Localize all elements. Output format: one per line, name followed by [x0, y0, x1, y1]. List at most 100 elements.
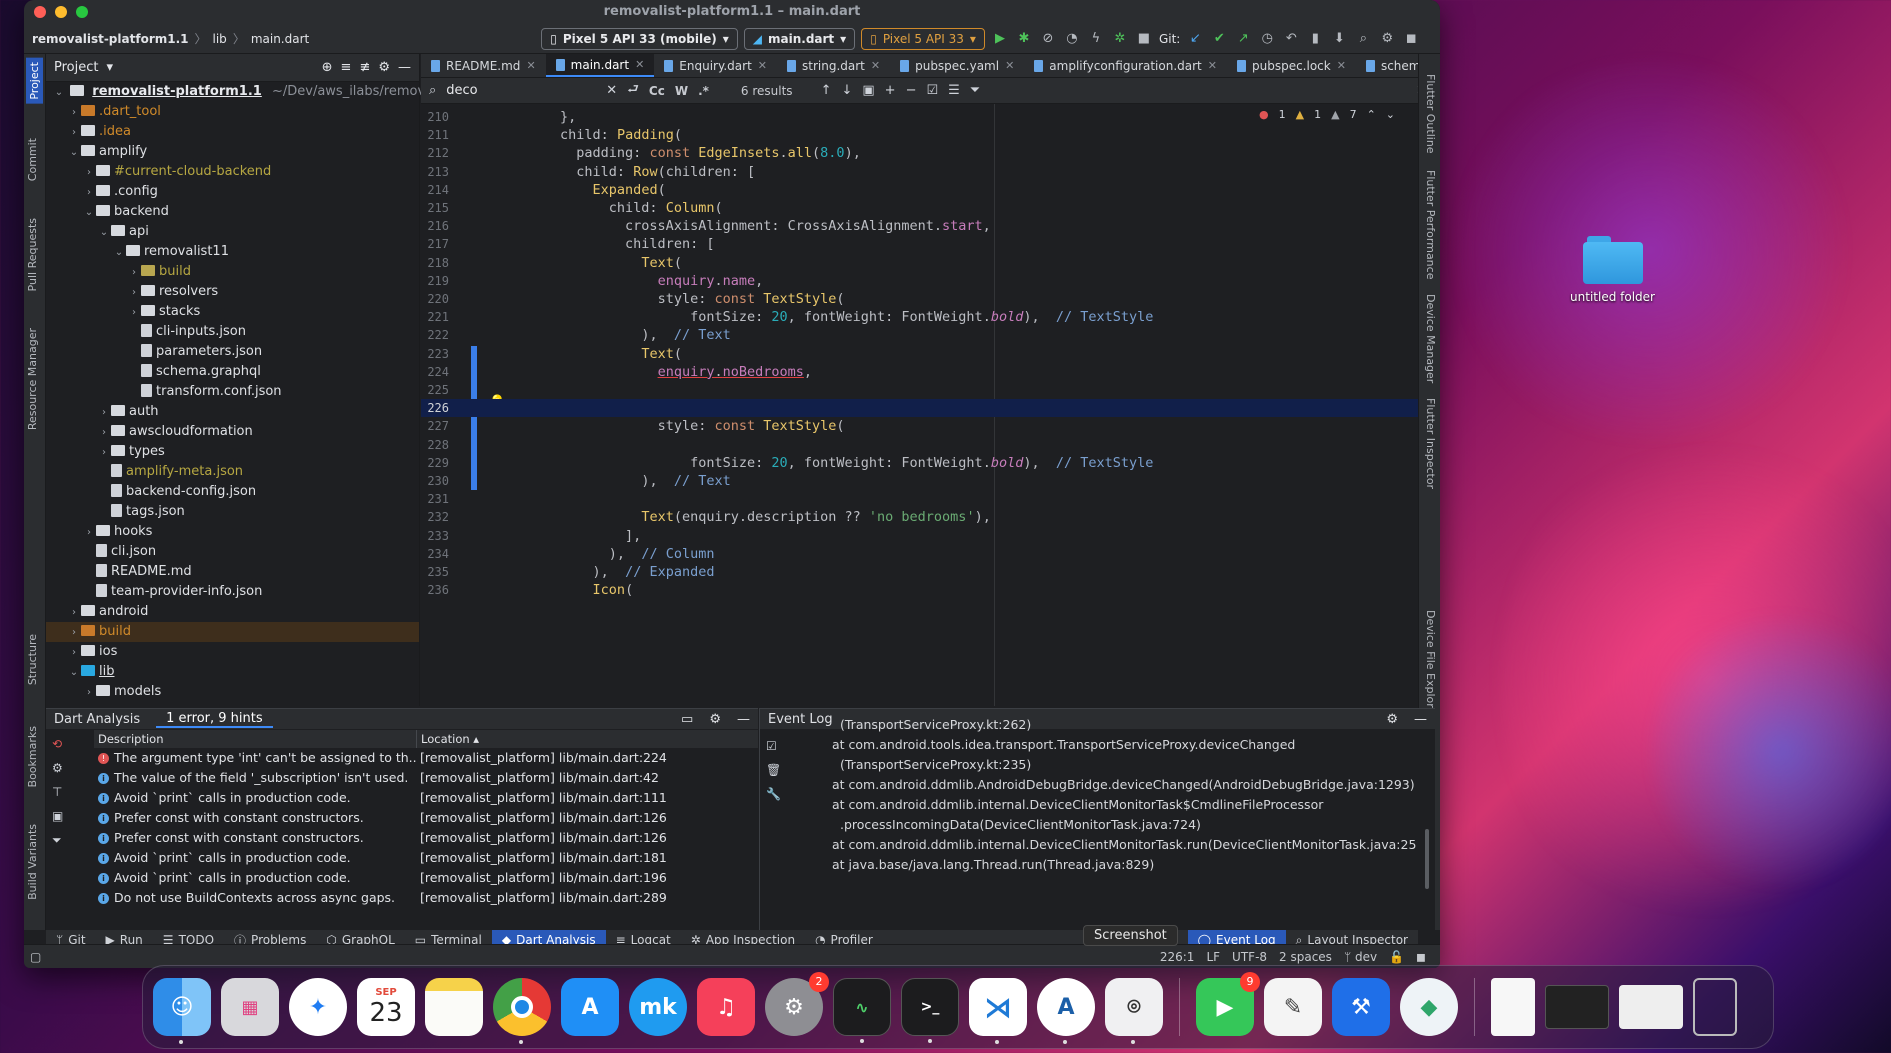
git-branch[interactable]: ᛘ dev — [1344, 950, 1377, 964]
textedit-icon[interactable]: ✎ — [1264, 978, 1322, 1036]
match-case-toggle[interactable]: Cc — [649, 84, 665, 98]
gear-icon[interactable]: ⚙ — [378, 60, 390, 75]
table-row[interactable]: i The value of the field '_subscription' … — [94, 768, 758, 788]
collapse-all-icon[interactable]: ≢ — [359, 60, 370, 75]
file-encoding[interactable]: UTF-8 — [1232, 950, 1267, 964]
editor-tab[interactable]: main.dart ✕ — [545, 54, 655, 77]
avatar-icon[interactable]: ◼ — [1402, 30, 1420, 48]
run-config-selector[interactable]: ◢ main.dart ▾ — [743, 27, 856, 50]
git-push-icon[interactable]: ↗ — [1234, 30, 1252, 48]
trash-icon[interactable] — [1693, 978, 1737, 1036]
tree-item[interactable]: › resolvers — [46, 282, 419, 302]
locate-icon[interactable]: ⊕ — [322, 60, 333, 75]
breadcrumb-lib[interactable]: lib — [213, 32, 227, 46]
sidetab-structure[interactable]: Structure — [26, 634, 39, 685]
code-line[interactable]: 210 }, — [421, 108, 1421, 126]
col-location[interactable]: Location ▴ — [416, 730, 756, 748]
remove-occurrence-icon[interactable]: − — [906, 83, 917, 98]
editor-tab[interactable]: amplifyconfiguration.dart ✕ — [1024, 54, 1227, 77]
tree-item[interactable]: parameters.json — [46, 342, 419, 362]
group-icon[interactable]: ▣ — [52, 809, 63, 823]
hot-reload-icon[interactable]: ϟ — [1087, 30, 1105, 48]
code-line[interactable]: 222 ), // Text — [421, 326, 1421, 344]
window-thumbnail-icon[interactable] — [1545, 985, 1609, 1029]
editor-tab[interactable]: Enquiry.dart ✕ — [654, 54, 777, 77]
code-line[interactable]: 217 children: [ — [421, 235, 1421, 253]
facetime-icon[interactable]: ▶ 9 — [1196, 972, 1260, 1036]
close-tab-icon[interactable]: ✕ — [1208, 54, 1217, 77]
history-icon[interactable]: ◷ — [1258, 30, 1276, 48]
tree-item[interactable]: › #current-cloud-backend — [46, 162, 419, 182]
sdk-manager-icon[interactable]: ⬇ — [1330, 30, 1348, 48]
tree-item[interactable]: › auth — [46, 402, 419, 422]
sidetab-build-variants[interactable]: Build Variants — [26, 824, 39, 900]
tree-item[interactable]: › .dart_tool — [46, 102, 419, 122]
comment-icon[interactable]: ▭ — [681, 712, 693, 727]
tree-item[interactable]: › hooks — [46, 522, 419, 542]
tree-item[interactable]: ⌄ amplify — [46, 142, 419, 162]
notes-icon[interactable] — [425, 978, 483, 1036]
app-store-icon[interactable]: A — [561, 978, 619, 1036]
tree-item[interactable]: transform.conf.json — [46, 382, 419, 402]
indent-setting[interactable]: 2 spaces — [1279, 950, 1332, 964]
tree-item[interactable]: › build — [46, 622, 419, 642]
editor-tab[interactable]: pubspec.yaml ✕ — [890, 54, 1024, 77]
rollback-icon[interactable]: ↶ — [1282, 30, 1300, 48]
words-toggle[interactable]: W — [675, 84, 688, 98]
close-tab-icon[interactable]: ✕ — [1337, 54, 1346, 77]
emulator-selector[interactable]: ▯ Pixel 5 API 33 ▾ — [861, 27, 985, 50]
code-line[interactable]: 218 Text( — [421, 254, 1421, 272]
code-line[interactable]: 216 crossAxisAlignment: CrossAxisAlignme… — [421, 217, 1421, 235]
table-row[interactable]: ! The argument type 'int' can't be assign… — [94, 748, 758, 768]
tree-item[interactable]: amplify-meta.json — [46, 462, 419, 482]
editor-tab[interactable]: pubspec.lock ✕ — [1227, 54, 1356, 77]
android-studio-icon[interactable]: A — [1037, 978, 1095, 1044]
tree-item[interactable]: › ios — [46, 642, 419, 662]
finder-icon[interactable]: ☺ — [153, 978, 211, 1044]
editor-tab[interactable]: string.dart ✕ — [777, 54, 890, 77]
pin-icon[interactable]: ⊤ — [52, 785, 63, 799]
debug-icon[interactable]: ✱ — [1015, 30, 1033, 48]
close-window-button[interactable] — [34, 6, 46, 18]
project-view-selector[interactable]: Project — [54, 60, 98, 75]
tree-item[interactable]: › build — [46, 262, 419, 282]
terminal-icon[interactable]: >_ — [901, 978, 959, 1043]
launchpad-icon[interactable]: ▦ — [221, 978, 279, 1036]
more-options-icon[interactable]: ☰ — [948, 83, 960, 98]
tree-item[interactable]: tags.json — [46, 502, 419, 522]
find-input[interactable]: deco — [446, 83, 596, 98]
vscode-icon[interactable]: ⋊ — [969, 978, 1027, 1044]
tree-item[interactable]: › .idea — [46, 122, 419, 142]
desktop-folder[interactable]: untitled folder — [1565, 236, 1660, 304]
device-manager-icon[interactable]: ▮ — [1306, 30, 1324, 48]
tree-item[interactable]: › .config — [46, 182, 419, 202]
close-tab-icon[interactable]: ✕ — [871, 54, 880, 77]
editor-tab[interactable]: README.md ✕ — [421, 54, 546, 77]
tree-item[interactable]: ⌄ removalist11 — [46, 242, 419, 262]
close-tab-icon[interactable]: ✕ — [758, 54, 767, 77]
flutter-app-icon[interactable]: ◆ — [1400, 978, 1458, 1036]
breadcrumb-project[interactable]: removalist-platform1.1 — [32, 32, 189, 46]
code-line[interactable]: 232 Text(enquiry.description ?? 'no bedr… — [421, 508, 1421, 526]
new-line-icon[interactable]: ⮐ — [627, 80, 639, 102]
event-log-content[interactable]: (TransportServiceProxy.kt:262) at com.and… — [760, 709, 1420, 909]
tree-item[interactable]: ⌄ backend — [46, 202, 419, 222]
xcode-icon[interactable]: ⚒ — [1332, 978, 1390, 1036]
panel-toggle-icon[interactable]: ▢ — [30, 950, 41, 964]
sidetab-flutter-inspector[interactable]: Flutter Inspector — [1424, 398, 1437, 489]
search-icon[interactable]: ⌕ — [1354, 30, 1372, 48]
tree-item[interactable]: team-provider-info.json — [46, 582, 419, 602]
android-debug-icon[interactable]: ✲ — [1111, 30, 1129, 48]
minimize-window-button[interactable] — [55, 6, 67, 18]
tree-item[interactable]: ⌄ lib — [46, 662, 419, 682]
tree-item[interactable]: › models — [46, 682, 419, 702]
gear-icon[interactable]: ⚙ — [1378, 30, 1396, 48]
table-row[interactable]: i Do not use BuildContexts across async g… — [94, 888, 758, 908]
breadcrumb-file[interactable]: main.dart — [251, 32, 309, 46]
code-line[interactable]: 221 fontSize: 20, fontWeight: FontWeight… — [421, 308, 1421, 326]
system-settings-icon[interactable]: ⚙ 2 — [765, 972, 829, 1036]
code-line[interactable]: 233 ], — [421, 527, 1421, 545]
arrow-up-icon[interactable]: ↑ — [821, 83, 832, 98]
code-line[interactable]: 212 padding: const EdgeInsets.all(8.0), — [421, 144, 1421, 162]
code-line[interactable]: 236 Icon( — [421, 581, 1421, 599]
